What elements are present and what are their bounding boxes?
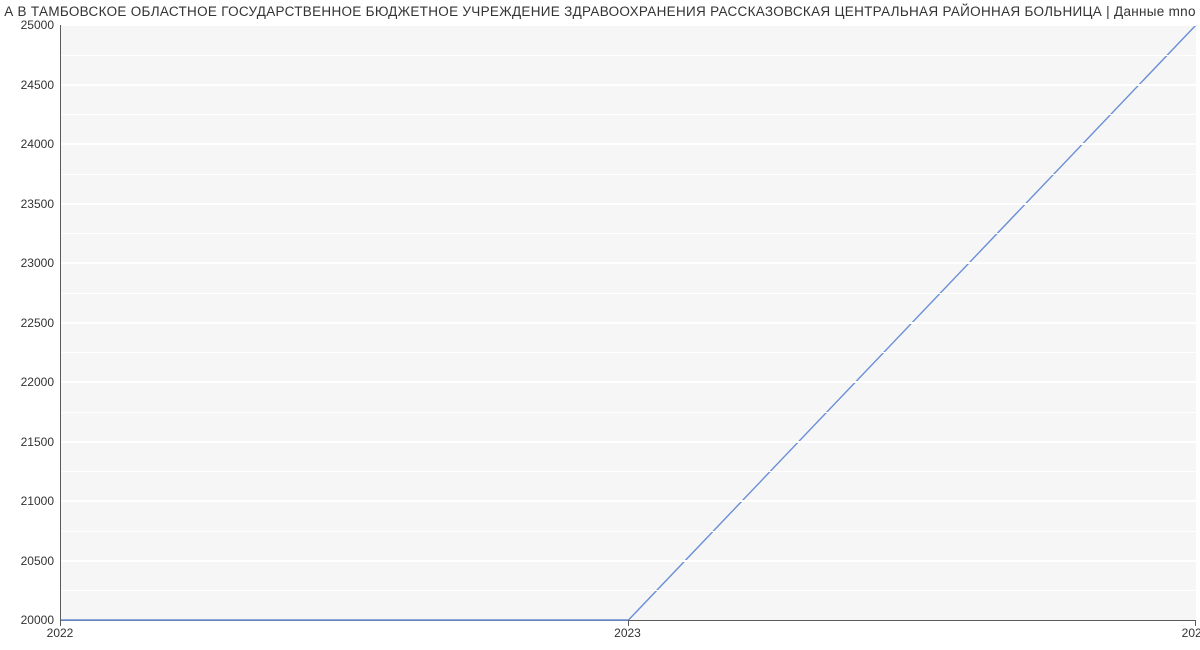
y-tick-label: 22000 bbox=[21, 375, 54, 389]
y-minor-gridline bbox=[61, 590, 1196, 591]
y-minor-gridline bbox=[61, 293, 1196, 294]
y-tick-label: 25000 bbox=[21, 18, 54, 32]
y-minor-gridline bbox=[61, 114, 1196, 115]
y-gridline bbox=[61, 84, 1196, 86]
y-tick-label: 21000 bbox=[21, 494, 54, 508]
y-minor-gridline bbox=[61, 531, 1196, 532]
y-tick-label: 23000 bbox=[21, 256, 54, 270]
x-tick-mark bbox=[1195, 620, 1196, 626]
plot-area bbox=[60, 25, 1196, 621]
y-gridline bbox=[61, 441, 1196, 443]
y-tick-label: 20000 bbox=[21, 613, 54, 627]
y-tick-label: 23500 bbox=[21, 197, 54, 211]
y-tick-label: 24500 bbox=[21, 78, 54, 92]
y-tick-label: 24000 bbox=[21, 137, 54, 151]
y-gridline bbox=[61, 262, 1196, 264]
x-tick-label: 2022 bbox=[47, 626, 74, 640]
y-tick-label: 21500 bbox=[21, 435, 54, 449]
y-gridline bbox=[61, 381, 1196, 383]
chart-title: А В ТАМБОВСКОЕ ОБЛАСТНОЕ ГОСУДАРСТВЕННОЕ… bbox=[0, 4, 1200, 19]
x-tick-mark bbox=[60, 620, 61, 626]
x-tick-label: 2024 bbox=[1182, 626, 1200, 640]
y-minor-gridline bbox=[61, 55, 1196, 56]
x-tick-label: 2023 bbox=[614, 626, 641, 640]
y-minor-gridline bbox=[61, 233, 1196, 234]
y-minor-gridline bbox=[61, 174, 1196, 175]
y-gridline bbox=[61, 24, 1196, 26]
y-gridline bbox=[61, 143, 1196, 145]
y-gridline bbox=[61, 203, 1196, 205]
x-tick-mark bbox=[628, 620, 629, 626]
y-minor-gridline bbox=[61, 352, 1196, 353]
y-minor-gridline bbox=[61, 471, 1196, 472]
y-minor-gridline bbox=[61, 412, 1196, 413]
y-gridline bbox=[61, 560, 1196, 562]
y-gridline bbox=[61, 500, 1196, 502]
y-gridline bbox=[61, 322, 1196, 324]
y-tick-label: 22500 bbox=[21, 316, 54, 330]
y-tick-label: 20500 bbox=[21, 554, 54, 568]
